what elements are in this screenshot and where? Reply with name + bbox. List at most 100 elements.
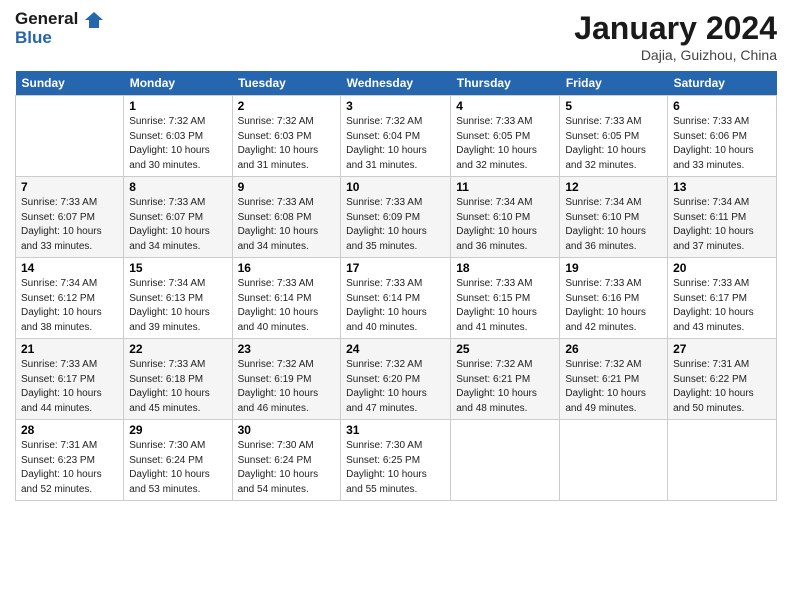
col-sunday: Sunday bbox=[16, 71, 124, 96]
day-number: 22 bbox=[129, 342, 226, 356]
day-info: Sunrise: 7:32 AMSunset: 6:19 PMDaylight:… bbox=[238, 359, 319, 414]
col-wednesday: Wednesday bbox=[341, 71, 451, 96]
col-tuesday: Tuesday bbox=[232, 71, 341, 96]
calendar-cell: 4 Sunrise: 7:33 AMSunset: 6:05 PMDayligh… bbox=[451, 96, 560, 177]
calendar-cell: 31 Sunrise: 7:30 AMSunset: 6:25 PMDaylig… bbox=[341, 420, 451, 501]
calendar-cell: 14 Sunrise: 7:34 AMSunset: 6:12 PMDaylig… bbox=[16, 258, 124, 339]
col-monday: Monday bbox=[124, 71, 232, 96]
day-info: Sunrise: 7:30 AMSunset: 6:24 PMDaylight:… bbox=[238, 440, 319, 495]
calendar-cell: 22 Sunrise: 7:33 AMSunset: 6:18 PMDaylig… bbox=[124, 339, 232, 420]
day-info: Sunrise: 7:34 AMSunset: 6:10 PMDaylight:… bbox=[565, 197, 646, 252]
calendar-week-4: 21 Sunrise: 7:33 AMSunset: 6:17 PMDaylig… bbox=[16, 339, 777, 420]
month-title: January 2024 bbox=[574, 10, 777, 47]
logo-general: General bbox=[15, 10, 103, 29]
day-number: 8 bbox=[129, 180, 226, 194]
day-info: Sunrise: 7:34 AMSunset: 6:11 PMDaylight:… bbox=[673, 197, 754, 252]
calendar-cell: 26 Sunrise: 7:32 AMSunset: 6:21 PMDaylig… bbox=[560, 339, 668, 420]
day-info: Sunrise: 7:33 AMSunset: 6:16 PMDaylight:… bbox=[565, 278, 646, 333]
day-number: 3 bbox=[346, 99, 445, 113]
day-info: Sunrise: 7:34 AMSunset: 6:12 PMDaylight:… bbox=[21, 278, 102, 333]
calendar-cell: 17 Sunrise: 7:33 AMSunset: 6:14 PMDaylig… bbox=[341, 258, 451, 339]
calendar-cell: 27 Sunrise: 7:31 AMSunset: 6:22 PMDaylig… bbox=[668, 339, 777, 420]
calendar-cell: 30 Sunrise: 7:30 AMSunset: 6:24 PMDaylig… bbox=[232, 420, 341, 501]
day-number: 14 bbox=[21, 261, 118, 275]
calendar-cell: 23 Sunrise: 7:32 AMSunset: 6:19 PMDaylig… bbox=[232, 339, 341, 420]
calendar-cell: 8 Sunrise: 7:33 AMSunset: 6:07 PMDayligh… bbox=[124, 177, 232, 258]
day-info: Sunrise: 7:33 AMSunset: 6:07 PMDaylight:… bbox=[21, 197, 102, 252]
day-info: Sunrise: 7:33 AMSunset: 6:14 PMDaylight:… bbox=[238, 278, 319, 333]
calendar-cell: 7 Sunrise: 7:33 AMSunset: 6:07 PMDayligh… bbox=[16, 177, 124, 258]
calendar-cell: 11 Sunrise: 7:34 AMSunset: 6:10 PMDaylig… bbox=[451, 177, 560, 258]
calendar-table: Sunday Monday Tuesday Wednesday Thursday… bbox=[15, 71, 777, 501]
calendar-cell: 2 Sunrise: 7:32 AMSunset: 6:03 PMDayligh… bbox=[232, 96, 341, 177]
calendar-cell: 25 Sunrise: 7:32 AMSunset: 6:21 PMDaylig… bbox=[451, 339, 560, 420]
day-number: 20 bbox=[673, 261, 771, 275]
calendar-cell: 13 Sunrise: 7:34 AMSunset: 6:11 PMDaylig… bbox=[668, 177, 777, 258]
day-info: Sunrise: 7:32 AMSunset: 6:04 PMDaylight:… bbox=[346, 116, 427, 171]
location-subtitle: Dajia, Guizhou, China bbox=[574, 47, 777, 63]
day-info: Sunrise: 7:30 AMSunset: 6:25 PMDaylight:… bbox=[346, 440, 427, 495]
day-number: 16 bbox=[238, 261, 336, 275]
calendar-cell: 15 Sunrise: 7:34 AMSunset: 6:13 PMDaylig… bbox=[124, 258, 232, 339]
title-block: January 2024 Dajia, Guizhou, China bbox=[574, 10, 777, 63]
day-number: 2 bbox=[238, 99, 336, 113]
day-number: 5 bbox=[565, 99, 662, 113]
calendar-cell: 24 Sunrise: 7:32 AMSunset: 6:20 PMDaylig… bbox=[341, 339, 451, 420]
calendar-cell: 10 Sunrise: 7:33 AMSunset: 6:09 PMDaylig… bbox=[341, 177, 451, 258]
day-info: Sunrise: 7:32 AMSunset: 6:21 PMDaylight:… bbox=[456, 359, 537, 414]
day-number: 27 bbox=[673, 342, 771, 356]
day-info: Sunrise: 7:33 AMSunset: 6:05 PMDaylight:… bbox=[565, 116, 646, 171]
day-number: 9 bbox=[238, 180, 336, 194]
day-info: Sunrise: 7:33 AMSunset: 6:05 PMDaylight:… bbox=[456, 116, 537, 171]
day-number: 23 bbox=[238, 342, 336, 356]
day-number: 31 bbox=[346, 423, 445, 437]
day-info: Sunrise: 7:33 AMSunset: 6:18 PMDaylight:… bbox=[129, 359, 210, 414]
calendar-cell: 3 Sunrise: 7:32 AMSunset: 6:04 PMDayligh… bbox=[341, 96, 451, 177]
day-number: 21 bbox=[21, 342, 118, 356]
logo: General Blue bbox=[15, 10, 103, 47]
day-info: Sunrise: 7:32 AMSunset: 6:21 PMDaylight:… bbox=[565, 359, 646, 414]
day-info: Sunrise: 7:34 AMSunset: 6:13 PMDaylight:… bbox=[129, 278, 210, 333]
day-number: 29 bbox=[129, 423, 226, 437]
day-number: 18 bbox=[456, 261, 554, 275]
day-number: 4 bbox=[456, 99, 554, 113]
day-info: Sunrise: 7:33 AMSunset: 6:08 PMDaylight:… bbox=[238, 197, 319, 252]
calendar-cell: 21 Sunrise: 7:33 AMSunset: 6:17 PMDaylig… bbox=[16, 339, 124, 420]
day-number: 28 bbox=[21, 423, 118, 437]
header-row: Sunday Monday Tuesday Wednesday Thursday… bbox=[16, 71, 777, 96]
day-info: Sunrise: 7:31 AMSunset: 6:23 PMDaylight:… bbox=[21, 440, 102, 495]
day-info: Sunrise: 7:33 AMSunset: 6:06 PMDaylight:… bbox=[673, 116, 754, 171]
calendar-cell bbox=[451, 420, 560, 501]
calendar-container: General Blue January 2024 Dajia, Guizhou… bbox=[0, 0, 792, 511]
day-number: 19 bbox=[565, 261, 662, 275]
day-info: Sunrise: 7:33 AMSunset: 6:09 PMDaylight:… bbox=[346, 197, 427, 252]
day-info: Sunrise: 7:33 AMSunset: 6:17 PMDaylight:… bbox=[673, 278, 754, 333]
calendar-cell: 5 Sunrise: 7:33 AMSunset: 6:05 PMDayligh… bbox=[560, 96, 668, 177]
calendar-cell bbox=[16, 96, 124, 177]
calendar-cell: 29 Sunrise: 7:30 AMSunset: 6:24 PMDaylig… bbox=[124, 420, 232, 501]
day-info: Sunrise: 7:33 AMSunset: 6:17 PMDaylight:… bbox=[21, 359, 102, 414]
day-info: Sunrise: 7:32 AMSunset: 6:20 PMDaylight:… bbox=[346, 359, 427, 414]
day-number: 30 bbox=[238, 423, 336, 437]
day-info: Sunrise: 7:34 AMSunset: 6:10 PMDaylight:… bbox=[456, 197, 537, 252]
calendar-cell: 6 Sunrise: 7:33 AMSunset: 6:06 PMDayligh… bbox=[668, 96, 777, 177]
calendar-cell: 19 Sunrise: 7:33 AMSunset: 6:16 PMDaylig… bbox=[560, 258, 668, 339]
calendar-cell: 28 Sunrise: 7:31 AMSunset: 6:23 PMDaylig… bbox=[16, 420, 124, 501]
day-number: 25 bbox=[456, 342, 554, 356]
calendar-cell: 1 Sunrise: 7:32 AMSunset: 6:03 PMDayligh… bbox=[124, 96, 232, 177]
day-info: Sunrise: 7:32 AMSunset: 6:03 PMDaylight:… bbox=[129, 116, 210, 171]
logo-bird-icon bbox=[85, 11, 103, 29]
col-friday: Friday bbox=[560, 71, 668, 96]
day-info: Sunrise: 7:31 AMSunset: 6:22 PMDaylight:… bbox=[673, 359, 754, 414]
day-number: 15 bbox=[129, 261, 226, 275]
calendar-cell: 9 Sunrise: 7:33 AMSunset: 6:08 PMDayligh… bbox=[232, 177, 341, 258]
calendar-cell bbox=[668, 420, 777, 501]
calendar-cell bbox=[560, 420, 668, 501]
calendar-cell: 20 Sunrise: 7:33 AMSunset: 6:17 PMDaylig… bbox=[668, 258, 777, 339]
col-thursday: Thursday bbox=[451, 71, 560, 96]
calendar-cell: 18 Sunrise: 7:33 AMSunset: 6:15 PMDaylig… bbox=[451, 258, 560, 339]
calendar-cell: 12 Sunrise: 7:34 AMSunset: 6:10 PMDaylig… bbox=[560, 177, 668, 258]
day-info: Sunrise: 7:33 AMSunset: 6:14 PMDaylight:… bbox=[346, 278, 427, 333]
day-info: Sunrise: 7:32 AMSunset: 6:03 PMDaylight:… bbox=[238, 116, 319, 171]
header: General Blue January 2024 Dajia, Guizhou… bbox=[15, 10, 777, 63]
